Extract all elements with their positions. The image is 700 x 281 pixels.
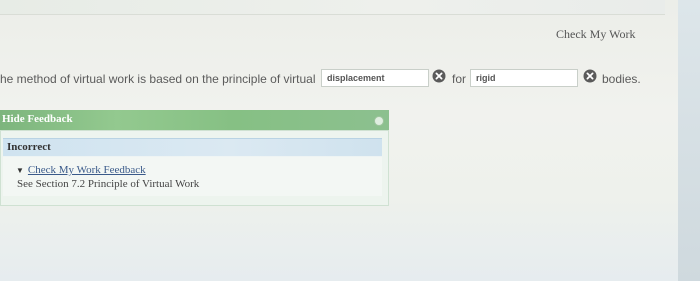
- scroll-rail[interactable]: [678, 0, 700, 281]
- question-text-start: he method of virtual work is based on th…: [0, 72, 316, 86]
- incorrect-status-bar: Incorrect: [3, 138, 382, 157]
- hide-feedback-button[interactable]: Hide Feedback: [2, 113, 73, 125]
- answer-input-2[interactable]: rigid: [470, 69, 578, 87]
- top-band: [0, 0, 665, 15]
- feedback-body: ▼ Check My Work Feedback See Section 7.2 …: [3, 156, 382, 196]
- check-my-work-feedback-link[interactable]: Check My Work Feedback: [28, 164, 146, 176]
- close-dot-icon[interactable]: [374, 116, 384, 126]
- question-sentence: he method of virtual work is based on th…: [0, 68, 680, 92]
- feedback-reference: See Section 7.2 Principle of Virtual Wor…: [17, 178, 200, 190]
- feedback-header[interactable]: Hide Feedback: [0, 110, 389, 130]
- x-circle-icon: [432, 69, 446, 83]
- x-circle-icon: [583, 69, 597, 83]
- question-text-end: bodies.: [602, 72, 641, 86]
- question-text-for: for: [452, 72, 467, 86]
- check-my-work-link[interactable]: Check My Work: [556, 27, 635, 42]
- feedback-link-line[interactable]: ▼ Check My Work Feedback: [16, 164, 146, 176]
- feedback-panel: Incorrect ▼ Check My Work Feedback See Se…: [0, 130, 389, 206]
- triangle-down-icon: ▼: [16, 166, 24, 175]
- feedback-status: Incorrect: [7, 141, 51, 153]
- answer-input-1[interactable]: displacement: [321, 69, 429, 87]
